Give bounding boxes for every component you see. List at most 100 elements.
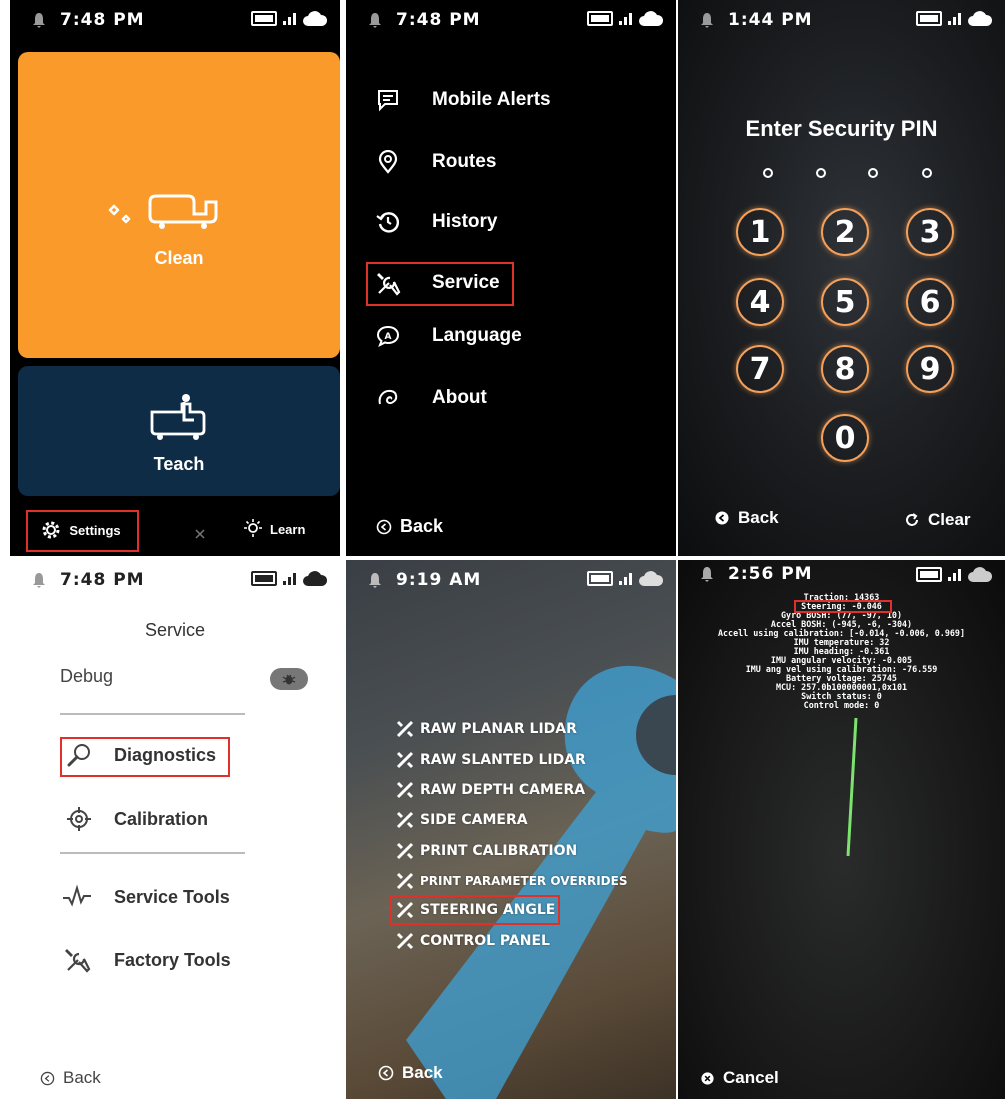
pin-key-3[interactable]: 3 xyxy=(906,208,954,256)
battery-icon xyxy=(587,570,613,586)
diag-item-control-panel[interactable]: CONTROL PANEL xyxy=(396,932,550,950)
divider xyxy=(60,852,245,854)
diag-item-label: SIDE CAMERA xyxy=(420,812,528,828)
status-bar: 7:48 PM xyxy=(10,0,340,40)
steering-indicator-line xyxy=(846,717,858,857)
tools-icon xyxy=(396,751,414,769)
tools-icon xyxy=(396,720,414,738)
debug-toggle[interactable] xyxy=(270,668,308,690)
back-button[interactable]: Back xyxy=(714,508,779,528)
crosshair-icon xyxy=(67,807,91,831)
pin-dot xyxy=(763,168,773,178)
battery-icon xyxy=(251,570,277,586)
pin-key-9[interactable]: 9 xyxy=(906,345,954,393)
cancel-button[interactable]: Cancel xyxy=(700,1068,779,1088)
diag-item-label: RAW PLANAR LIDAR xyxy=(420,721,577,737)
signal-icon xyxy=(283,11,296,25)
back-arrow-icon xyxy=(378,1065,394,1081)
pin-key-2[interactable]: 2 xyxy=(821,208,869,256)
menu-item-label: Service Tools xyxy=(114,886,230,907)
lightbulb-icon xyxy=(244,519,262,537)
clear-button[interactable]: Clear xyxy=(904,510,971,530)
clean-label: Clean xyxy=(154,248,204,268)
diag-item-label: PRINT PARAMETER OVERRIDES xyxy=(420,874,628,888)
menu-item-label: Language xyxy=(432,325,522,346)
steering-angle-highlight xyxy=(390,895,560,925)
chat-alert-icon xyxy=(378,90,398,112)
menu-item-calibration[interactable]: Calibration xyxy=(66,806,208,832)
panel-service: 7:48 PM Service Debug Diagnostics Calibr… xyxy=(10,560,340,1099)
refresh-icon xyxy=(906,513,918,526)
teach-button[interactable]: Teach xyxy=(18,366,340,496)
pin-title: Enter Security PIN xyxy=(745,116,938,141)
menu-item-routes[interactable]: Routes xyxy=(376,150,496,174)
panel-diagnostics: 9:19 AM RAW PLANAR LIDAR RAW SLANTED LID… xyxy=(346,560,676,1099)
panel-home: 7:48 PM Clean Teach Settings Learn xyxy=(10,0,340,556)
diag-item-side-camera[interactable]: SIDE CAMERA xyxy=(396,811,528,829)
pulse-icon xyxy=(63,884,91,907)
pin-key-7[interactable]: 7 xyxy=(736,345,784,393)
page-title: Service xyxy=(144,620,206,640)
back-label: Back xyxy=(402,1063,443,1082)
sparkle-truck-icon xyxy=(108,194,218,229)
tools-icon xyxy=(396,781,414,799)
diag-item-label: CONTROL PANEL xyxy=(420,933,550,949)
cloud-icon xyxy=(968,11,993,26)
back-arrow-icon xyxy=(376,519,392,534)
menu-item-history[interactable]: History xyxy=(376,210,497,234)
pin-dot xyxy=(816,168,826,178)
clean-button[interactable]: Clean xyxy=(18,52,340,358)
back-button[interactable]: Back xyxy=(378,1063,443,1083)
back-button[interactable]: Back xyxy=(376,516,443,537)
status-time: 1:44 PM xyxy=(728,10,813,30)
menu-item-mobile-alerts[interactable]: Mobile Alerts xyxy=(376,88,551,112)
diag-item-raw-planar-lidar[interactable]: RAW PLANAR LIDAR xyxy=(396,720,577,738)
tools-icon xyxy=(396,932,414,950)
battery-icon xyxy=(251,10,277,26)
status-bar: 7:48 PM xyxy=(346,0,676,40)
pin-key-4[interactable]: 4 xyxy=(736,278,784,326)
bell-icon xyxy=(369,573,381,588)
pin-key-0[interactable]: 0 xyxy=(821,414,869,462)
battery-icon xyxy=(916,10,942,26)
pin-key-1[interactable]: 1 xyxy=(736,208,784,256)
pin-key-6[interactable]: 6 xyxy=(906,278,954,326)
cloud-icon xyxy=(303,11,328,26)
cancel-label: Cancel xyxy=(723,1068,779,1087)
panel-pin: 1:44 PM Enter Security PIN 1 2 3 4 5 6 7… xyxy=(678,0,1005,556)
menu-item-language[interactable]: A Language xyxy=(376,324,522,348)
diag-item-raw-slanted-lidar[interactable]: RAW SLANTED LIDAR xyxy=(396,751,586,769)
tools-icon xyxy=(65,949,91,973)
location-pin-icon xyxy=(378,150,398,174)
language-bubble-icon: A xyxy=(376,325,400,348)
cloud-icon xyxy=(639,571,664,586)
service-highlight xyxy=(366,262,514,306)
back-button[interactable]: Back xyxy=(40,1068,101,1088)
signal-icon xyxy=(283,571,296,585)
diag-item-label: PRINT CALIBRATION xyxy=(420,843,578,859)
panel-menu: 7:48 PM Mobile Alerts Routes History Ser… xyxy=(346,0,676,556)
menu-item-service-tools[interactable]: Service Tools xyxy=(62,884,230,910)
about-swirl-icon xyxy=(378,389,398,405)
status-time: 9:19 AM xyxy=(396,570,482,590)
back-arrow-icon xyxy=(40,1071,55,1085)
diag-item-print-parameter-overrides[interactable]: PRINT PARAMETER OVERRIDES xyxy=(396,872,627,890)
pin-key-5[interactable]: 5 xyxy=(821,278,869,326)
diagnostics-highlight xyxy=(60,737,230,777)
menu-item-label: History xyxy=(432,211,498,232)
close-icon[interactable] xyxy=(194,528,206,540)
back-label: Back xyxy=(63,1068,101,1087)
cloud-icon xyxy=(303,571,328,586)
tools-icon xyxy=(396,811,414,829)
diag-item-print-calibration[interactable]: PRINT CALIBRATION xyxy=(396,842,577,860)
status-time: 7:48 PM xyxy=(396,10,481,30)
bell-icon xyxy=(369,13,381,28)
pin-key-8[interactable]: 8 xyxy=(821,345,869,393)
bell-icon xyxy=(701,13,713,28)
divider xyxy=(60,713,245,715)
cloud-icon xyxy=(639,11,664,26)
menu-item-about[interactable]: About xyxy=(376,386,487,410)
diag-item-raw-depth-camera[interactable]: RAW DEPTH CAMERA xyxy=(396,781,585,799)
learn-button[interactable]: Learn xyxy=(242,518,305,540)
menu-item-factory-tools[interactable]: Factory Tools xyxy=(64,946,231,974)
